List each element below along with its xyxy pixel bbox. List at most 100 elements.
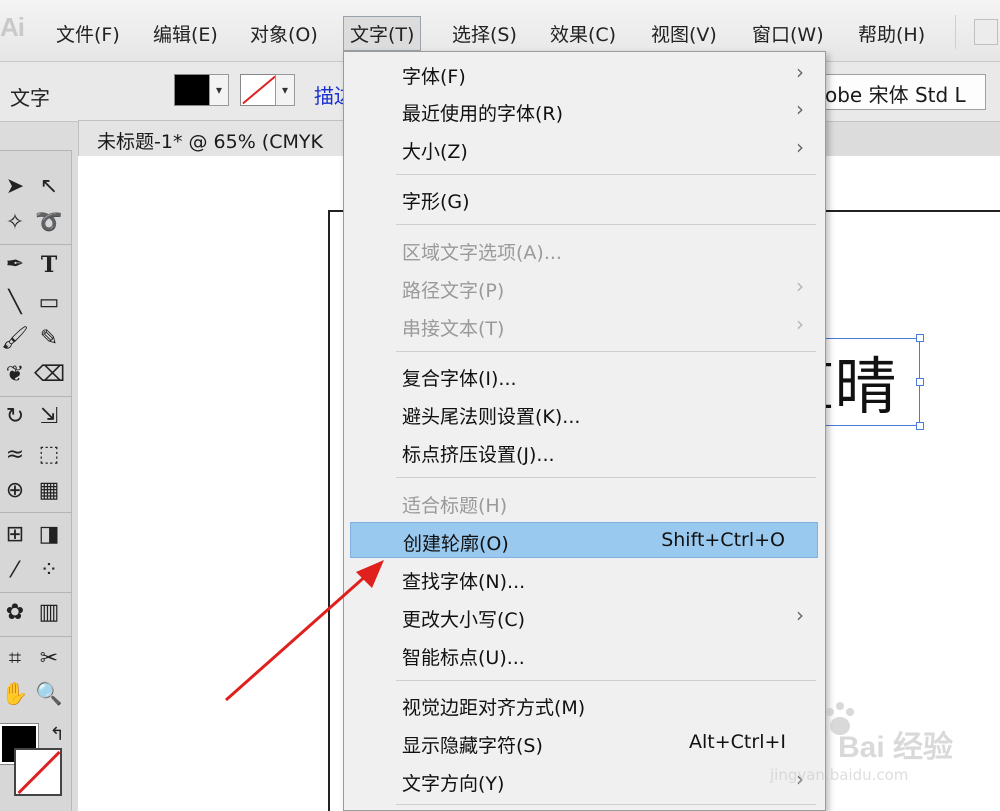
warp-tool-icon[interactable]: ≈ bbox=[0, 440, 30, 470]
menu-item-label: 最近使用的字体(R) bbox=[402, 103, 564, 125]
menu-object[interactable]: 对象(O) bbox=[250, 20, 318, 47]
submenu-arrow-icon: › bbox=[796, 274, 804, 298]
menu-edit[interactable]: 编辑(E) bbox=[153, 20, 218, 47]
submenu-arrow-icon: › bbox=[796, 603, 804, 627]
menu-item-label: 复合字体(I)... bbox=[402, 368, 517, 390]
menu-separator bbox=[396, 351, 816, 352]
menu-item-glyphs[interactable]: 字形(G) bbox=[350, 181, 818, 217]
shape-builder-tool-icon[interactable]: ⊕ bbox=[0, 476, 30, 506]
tools-panel: ➤ ↖ ✧ ➰ ✒ T ╲ ▭ 🖌 ✎ ❦ ⌫ ↻ ⇲ ≈ ⬚ ⊕ ▦ ⊞ ◨ … bbox=[0, 150, 72, 811]
menu-item-label: 大小(Z) bbox=[402, 141, 468, 163]
menu-item-threaded-text: 串接文本(T) › bbox=[350, 308, 818, 344]
menu-item-label: 适合标题(H) bbox=[402, 495, 508, 517]
swap-colors-icon[interactable]: ↰ bbox=[42, 720, 72, 750]
menu-item-label: 智能标点(U)... bbox=[402, 647, 525, 669]
menu-help[interactable]: 帮助(H) bbox=[858, 20, 925, 47]
stroke-color-swatch[interactable] bbox=[240, 74, 276, 106]
menu-item-change-case[interactable]: 更改大小写(C) › bbox=[350, 599, 818, 635]
menu-item-create-outlines[interactable]: 创建轮廓(O) Shift+Ctrl+O bbox=[350, 522, 818, 558]
menu-item-label: 路径文字(P) bbox=[402, 280, 505, 302]
blend-tool-icon[interactable]: ⁘ bbox=[34, 556, 64, 586]
paintbrush-tool-icon[interactable]: 🖌 bbox=[0, 324, 30, 354]
selection-handle[interactable] bbox=[916, 378, 924, 386]
symbol-sprayer-tool-icon[interactable]: ✿ bbox=[0, 598, 30, 628]
menu-type[interactable]: 文字(T) bbox=[343, 16, 422, 51]
pen-tool-icon[interactable]: ✒ bbox=[0, 250, 30, 280]
zoom-tool-icon[interactable]: 🔍 bbox=[34, 680, 64, 710]
rotate-tool-icon[interactable]: ↻ bbox=[0, 402, 30, 432]
eraser-tool-icon[interactable]: ⌫ bbox=[34, 360, 65, 390]
menu-item-label: 文字方向(Y) bbox=[402, 773, 505, 795]
submenu-arrow-icon: › bbox=[796, 97, 804, 121]
pencil-tool-icon[interactable]: ✎ bbox=[34, 324, 64, 354]
menu-item-recent-fonts[interactable]: 最近使用的字体(R) › bbox=[350, 93, 818, 129]
selection-handle[interactable] bbox=[916, 422, 924, 430]
menu-item-fit-headline: 适合标题(H) bbox=[350, 485, 818, 521]
menu-item-label: 标点挤压设置(J)... bbox=[402, 444, 555, 466]
workspace-switcher-icon[interactable] bbox=[955, 15, 998, 49]
menu-item-label: 更改大小写(C) bbox=[402, 609, 526, 631]
menu-item-area-type-options: 区域文字选项(A)... bbox=[350, 232, 818, 268]
tools-divider bbox=[0, 512, 72, 513]
font-family-field[interactable]: obe 宋体 Std L bbox=[800, 74, 986, 110]
menu-item-label: 串接文本(T) bbox=[402, 318, 505, 340]
menu-item-type-orientation[interactable]: 文字方向(Y) › bbox=[350, 763, 818, 799]
menu-item-mojikumi-settings[interactable]: 标点挤压设置(J)... bbox=[350, 434, 818, 470]
menu-item-label: 区域文字选项(A)... bbox=[402, 242, 562, 264]
mesh-tool-icon[interactable]: ⊞ bbox=[0, 520, 30, 550]
document-tab[interactable]: 未标题-1* @ 65% (CMYK bbox=[78, 120, 378, 156]
fill-dropdown-chevron-icon[interactable]: ▾ bbox=[209, 74, 229, 106]
baidu-watermark: Bai 经验 jingyan.baidu.com bbox=[770, 700, 995, 800]
tools-divider bbox=[0, 636, 72, 637]
type-tool-icon[interactable]: T bbox=[34, 250, 64, 280]
magic-wand-tool-icon[interactable]: ✧ bbox=[0, 208, 30, 238]
menu-item-composite-fonts[interactable]: 复合字体(I)... bbox=[350, 358, 818, 394]
submenu-arrow-icon: › bbox=[796, 135, 804, 159]
menu-item-font[interactable]: 字体(F) › bbox=[350, 56, 818, 92]
menu-item-label: 避头尾法则设置(K)... bbox=[402, 406, 581, 428]
blob-brush-tool-icon[interactable]: ❦ bbox=[0, 360, 30, 390]
watermark-url: jingyan.baidu.com bbox=[770, 766, 909, 784]
menu-window[interactable]: 窗口(W) bbox=[752, 20, 824, 47]
menu-separator bbox=[396, 224, 816, 225]
tools-divider bbox=[0, 592, 72, 593]
submenu-arrow-icon: › bbox=[796, 60, 804, 84]
app-logo: Ai bbox=[0, 12, 25, 42]
menu-item-show-hidden-characters[interactable]: 显示隐藏字符(S) Alt+Ctrl+I bbox=[350, 725, 818, 761]
menu-item-label: 视觉边距对齐方式(M) bbox=[402, 697, 586, 719]
hand-tool-icon[interactable]: ✋ bbox=[0, 680, 30, 710]
menu-effect[interactable]: 效果(C) bbox=[550, 20, 616, 47]
menu-file[interactable]: 文件(F) bbox=[56, 20, 120, 47]
watermark-brand: Bai 经验 bbox=[838, 731, 954, 764]
selection-tool-icon[interactable]: ➤ bbox=[0, 172, 30, 202]
selection-handle[interactable] bbox=[916, 334, 924, 342]
rectangle-tool-icon[interactable]: ▭ bbox=[34, 288, 64, 318]
menu-item-label: 字形(G) bbox=[402, 191, 470, 213]
menu-item-size[interactable]: 大小(Z) › bbox=[350, 131, 818, 167]
stroke-color-box[interactable] bbox=[14, 748, 62, 796]
free-transform-tool-icon[interactable]: ⬚ bbox=[34, 440, 64, 470]
scale-tool-icon[interactable]: ⇲ bbox=[34, 402, 64, 432]
line-tool-icon[interactable]: ╲ bbox=[0, 288, 30, 318]
tools-divider bbox=[0, 244, 72, 245]
menu-item-smart-punctuation[interactable]: 智能标点(U)... bbox=[350, 637, 818, 673]
lasso-tool-icon[interactable]: ➰ bbox=[34, 208, 64, 238]
eyedropper-tool-icon[interactable]: ⁄ bbox=[0, 556, 30, 586]
menu-item-label: 字体(F) bbox=[402, 66, 466, 88]
perspective-grid-tool-icon[interactable]: ▦ bbox=[34, 476, 64, 506]
menu-item-shortcut: Shift+Ctrl+O bbox=[661, 529, 785, 551]
fill-color-swatch[interactable] bbox=[174, 74, 210, 106]
menu-separator bbox=[396, 680, 816, 681]
gradient-tool-icon[interactable]: ◨ bbox=[34, 520, 64, 550]
menu-item-find-font[interactable]: 查找字体(N)... bbox=[350, 561, 818, 597]
direct-selection-tool-icon[interactable]: ↖ bbox=[34, 172, 64, 202]
menu-item-optical-margin-alignment[interactable]: 视觉边距对齐方式(M) bbox=[350, 687, 818, 723]
slice-tool-icon[interactable]: ✂ bbox=[34, 644, 64, 674]
menu-select[interactable]: 选择(S) bbox=[452, 20, 517, 47]
column-graph-tool-icon[interactable]: ▥ bbox=[34, 598, 64, 628]
menu-view[interactable]: 视图(V) bbox=[651, 20, 717, 47]
current-tool-label: 文字 bbox=[10, 86, 50, 110]
menu-item-kinsoku-settings[interactable]: 避头尾法则设置(K)... bbox=[350, 396, 818, 432]
stroke-dropdown-chevron-icon[interactable]: ▾ bbox=[275, 74, 295, 106]
artboard-tool-icon[interactable]: ⌗ bbox=[0, 644, 30, 674]
